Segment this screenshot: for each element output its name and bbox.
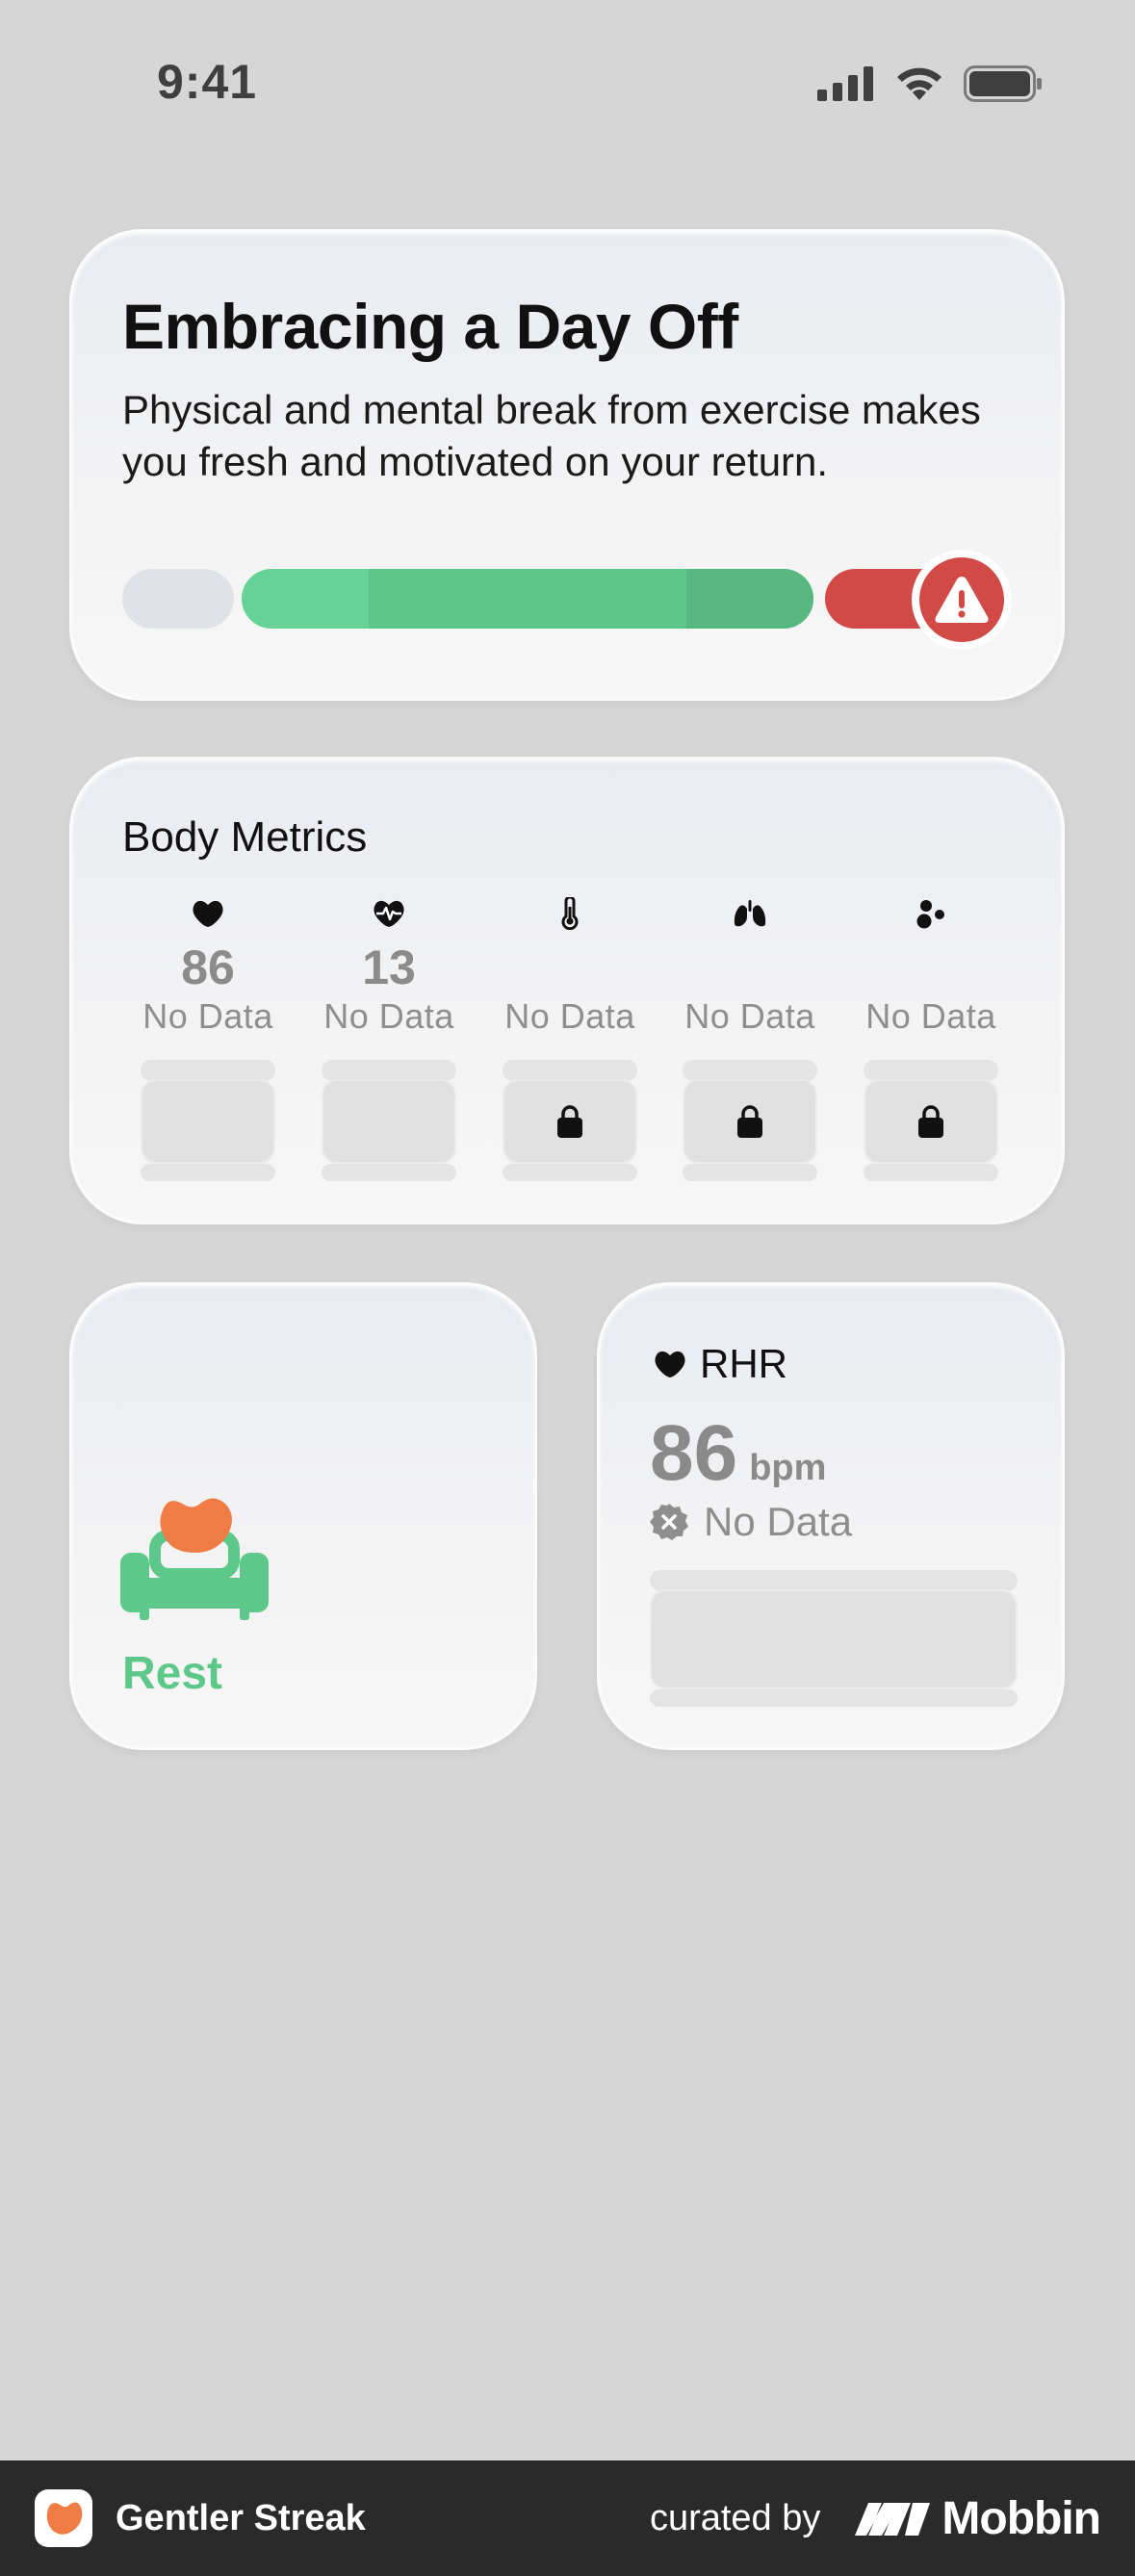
metric-chart-placeholder[interactable] (503, 1060, 637, 1181)
warning-badge (912, 550, 1012, 650)
day-off-description: Physical and mental break from exercise … (122, 387, 981, 484)
mobbin-brand: Mobbin (855, 2492, 1101, 2545)
oxygen-icon (916, 900, 944, 929)
status-time: 9:41 (157, 55, 258, 109)
lock-icon (918, 1105, 943, 1138)
lungs-icon (734, 900, 766, 927)
status-bar: 9:41 (0, 0, 1135, 173)
day-off-title: Embracing a Day Off (122, 291, 738, 362)
rhr-widget[interactable]: RHR 86 bpm No Data (597, 1282, 1065, 1750)
no-data-badge-icon (650, 1504, 688, 1540)
metric-chart-placeholder[interactable] (864, 1060, 998, 1181)
mobbin-logo-icon (855, 2503, 931, 2536)
metric-blood-oxygen: No Data (864, 894, 998, 1181)
rest-widget[interactable]: Rest (69, 1282, 537, 1750)
battery-icon (964, 65, 1042, 102)
streak-segment-rest (122, 569, 234, 629)
metric-value (683, 940, 817, 994)
rest-label: Rest (122, 1648, 223, 1699)
lock-icon (737, 1105, 762, 1138)
body-metrics-title: Body Metrics (122, 813, 368, 861)
metric-hrv: 13 No Data (322, 894, 456, 1181)
metric-value (503, 940, 637, 994)
heart-icon (655, 1351, 685, 1378)
heart-icon (193, 900, 223, 927)
day-off-widget[interactable]: Embracing a Day Off Physical and mental … (69, 229, 1065, 701)
curated-by-label: curated by (649, 2497, 821, 2538)
rhr-status-row: No Data (650, 1499, 852, 1545)
rhr-value: 86 (650, 1409, 738, 1497)
streak-segment-optimal (242, 569, 813, 629)
gentler-streak-logo-icon (46, 2502, 83, 2535)
rhr-status: No Data (704, 1499, 853, 1544)
metric-value: 13 (362, 940, 416, 994)
cellular-signal-icon (817, 66, 873, 101)
metric-chart-placeholder (322, 1060, 456, 1181)
streak-bar (122, 550, 1012, 650)
rest-couch-icon (120, 1497, 269, 1627)
lock-icon (557, 1105, 582, 1138)
wifi-icon (897, 67, 942, 100)
rhr-title-row: RHR (654, 1341, 787, 1387)
body-metrics-widget[interactable]: Body Metrics 86 No Data 13 No Data No Da… (69, 757, 1065, 1224)
app-name: Gentler Streak (116, 2497, 366, 2538)
metric-heart-rate: 86 No Data (141, 894, 275, 1181)
app-icon (35, 2489, 92, 2547)
rhr-value-row: 86 bpm (650, 1408, 826, 1499)
metric-status: No Data (504, 996, 635, 1036)
metric-status: No Data (684, 996, 815, 1036)
metric-chart-placeholder (141, 1060, 275, 1181)
metric-respiratory-rate: No Data (683, 894, 817, 1181)
attribution-banner: Gentler Streak curated by Mobbin (0, 2460, 1135, 2576)
metric-status: No Data (142, 996, 273, 1036)
rhr-unit: bpm (749, 1448, 827, 1488)
metric-chart-placeholder[interactable] (683, 1060, 817, 1181)
metric-value: 86 (181, 940, 235, 994)
mobbin-wordmark: Mobbin (942, 2492, 1101, 2544)
hrv-icon (374, 900, 404, 927)
metric-value (864, 940, 998, 994)
warning-icon (935, 577, 989, 623)
thermometer-icon (561, 897, 579, 930)
metric-status: No Data (865, 996, 996, 1036)
metric-temperature: No Data (503, 894, 637, 1181)
rhr-title: RHR (700, 1341, 787, 1386)
metric-status: No Data (323, 996, 454, 1036)
status-icons (817, 62, 1043, 106)
rhr-chart-placeholder (650, 1570, 1018, 1709)
